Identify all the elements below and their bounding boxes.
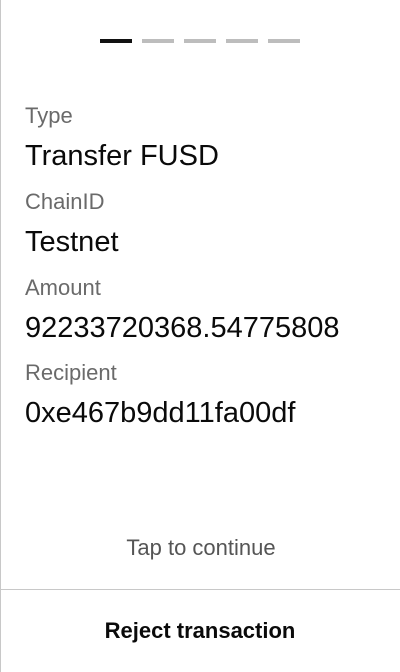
step-indicator-segment-1	[100, 39, 132, 43]
field-recipient-value: 0xe467b9dd11fa00df	[25, 397, 296, 429]
field-amount-value: 92233720368.54775808	[25, 312, 340, 344]
step-indicator	[100, 39, 300, 43]
field-amount-label: Amount	[25, 275, 101, 300]
field-type-value: Transfer FUSD	[25, 140, 219, 172]
tap-to-continue-hint[interactable]: Tap to continue	[1, 532, 400, 564]
field-type-label: Type	[25, 103, 73, 128]
transaction-review-screen[interactable]: Type Transfer FUSD ChainID Testnet Amoun…	[0, 0, 399, 672]
field-chain-id: ChainID Testnet	[25, 186, 381, 260]
field-chain-id-value: Testnet	[25, 226, 119, 258]
field-recipient: Recipient 0xe467b9dd11fa00df	[25, 357, 381, 431]
field-amount: Amount 92233720368.54775808	[25, 272, 381, 347]
step-indicator-segment-5	[268, 39, 300, 43]
step-indicator-segment-4	[226, 39, 258, 43]
reject-transaction-button[interactable]: Reject transaction	[0, 590, 400, 672]
step-indicator-segment-2	[142, 39, 174, 43]
transaction-details: Type Transfer FUSD ChainID Testnet Amoun…	[25, 100, 381, 431]
field-type: Type Transfer FUSD	[25, 100, 381, 174]
step-indicator-segment-3	[184, 39, 216, 43]
field-recipient-label: Recipient	[25, 360, 117, 385]
field-chain-id-label: ChainID	[25, 189, 105, 214]
